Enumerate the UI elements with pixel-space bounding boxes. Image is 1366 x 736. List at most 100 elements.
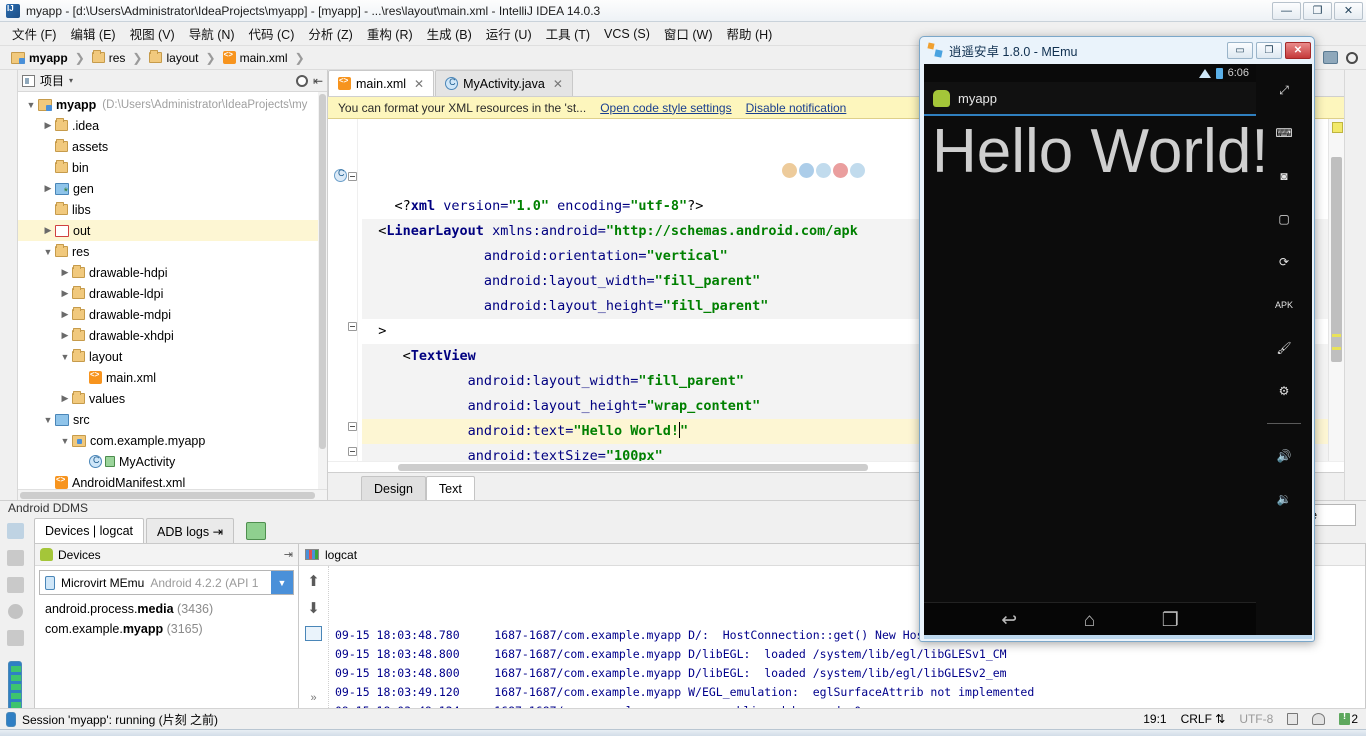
menu-item-1[interactable]: 编辑 (E): [64, 22, 121, 45]
fold-region-toggle[interactable]: [348, 447, 357, 456]
file-encoding[interactable]: UTF-8: [1239, 712, 1273, 726]
chevron-down-icon[interactable]: ▾: [69, 76, 73, 85]
process-row[interactable]: android.process.media (3436): [35, 599, 298, 619]
dump-view-hierarchy-icon[interactable]: [7, 577, 24, 593]
breadcrumb-item-layout[interactable]: layout: [146, 50, 201, 66]
tree-node-gen[interactable]: ▶gen: [18, 178, 327, 199]
breadcrumb-item-mainxml[interactable]: main.xml: [220, 50, 291, 66]
project-tree-scrollbar[interactable]: [318, 92, 327, 489]
device-selector[interactable]: Microvirt MEmu Android 4.2.2 (API 1 ▼: [39, 570, 294, 595]
start-method-profiling-icon[interactable]: [8, 604, 23, 619]
fold-region-toggle[interactable]: [348, 172, 357, 181]
tree-expand-toggle-closed[interactable]: ▶: [58, 288, 72, 299]
tree-expand-toggle-closed[interactable]: ▶: [41, 225, 55, 236]
menu-item-0[interactable]: 文件 (F): [6, 22, 62, 45]
tree-node-src[interactable]: ▼src: [18, 409, 327, 430]
warning-marker[interactable]: [1332, 347, 1341, 350]
hide-panel-icon[interactable]: ⇥: [284, 548, 293, 561]
menu-item-7[interactable]: 生成 (B): [421, 22, 478, 45]
menu-item-2[interactable]: 视图 (V): [124, 22, 181, 45]
tab-text[interactable]: Text: [426, 476, 475, 500]
class-marker-icon[interactable]: [334, 169, 347, 182]
menu-item-5[interactable]: 分析 (Z): [302, 22, 358, 45]
rotate-icon[interactable]: ⟳: [1270, 248, 1298, 276]
chevron-down-icon[interactable]: ▼: [271, 571, 293, 594]
process-list[interactable]: android.process.media (3436)com.example.…: [35, 599, 298, 639]
memu-maximize-button[interactable]: ❐: [1256, 42, 1282, 59]
tree-node-drawable-xhdpi[interactable]: ▶drawable-xhdpi: [18, 325, 327, 346]
screenshot-icon[interactable]: [7, 523, 24, 539]
fold-region-toggle[interactable]: [348, 422, 357, 431]
settings-icon[interactable]: ⚙: [1270, 377, 1298, 405]
gc-icon[interactable]: [7, 630, 24, 646]
tree-expand-toggle-open[interactable]: ▼: [58, 352, 72, 362]
inspection-icon[interactable]: [1312, 713, 1325, 725]
inspection-status-icon[interactable]: [1332, 122, 1343, 133]
menu-item-3[interactable]: 导航 (N): [183, 22, 241, 45]
scroll-down-icon[interactable]: ⬇: [307, 599, 320, 617]
event-log-badge[interactable]: 2: [1339, 712, 1358, 726]
tree-node-res[interactable]: ▼res: [18, 241, 327, 262]
tree-node-values[interactable]: ▶values: [18, 388, 327, 409]
tree-node-drawable-ldpi[interactable]: ▶drawable-ldpi: [18, 283, 327, 304]
menu-item-11[interactable]: 窗口 (W): [658, 22, 719, 45]
tree-expand-toggle-closed[interactable]: ▶: [41, 120, 55, 131]
memory-indicator-icon[interactable]: [6, 712, 16, 727]
memu-minimize-button[interactable]: ▭: [1227, 42, 1253, 59]
tree-node-drawable-hdpi[interactable]: ▶drawable-hdpi: [18, 262, 327, 283]
tree-expand-toggle-open[interactable]: ▼: [41, 415, 55, 425]
menu-item-10[interactable]: VCS (S): [598, 25, 656, 43]
project-tree[interactable]: ▼myapp(D:\Users\Administrator\IdeaProjec…: [18, 92, 327, 489]
gear-icon[interactable]: [296, 75, 308, 87]
memu-close-button[interactable]: ✕: [1285, 42, 1311, 59]
scrollbar-thumb[interactable]: [1331, 157, 1342, 362]
screenshot-icon[interactable]: ◙: [1270, 162, 1298, 190]
android-screen[interactable]: 6:06 myapp Hello World! ↩ ⌂ ❐: [924, 64, 1256, 638]
tree-expand-toggle-open[interactable]: ▼: [41, 247, 55, 257]
warning-marker[interactable]: [1332, 334, 1341, 337]
screen-record-icon[interactable]: [7, 550, 24, 566]
tab-design[interactable]: Design: [361, 476, 426, 500]
close-icon[interactable]: ✕: [414, 77, 424, 91]
close-icon[interactable]: ✕: [553, 77, 563, 91]
tree-node-out[interactable]: ▶out: [18, 220, 327, 241]
home-icon[interactable]: ⌂: [1084, 610, 1095, 632]
menu-item-9[interactable]: 工具 (T): [540, 22, 596, 45]
process-row[interactable]: com.example.myapp (3165): [35, 619, 298, 639]
tree-node-layout[interactable]: ▼layout: [18, 346, 327, 367]
restart-adb-icon[interactable]: [246, 522, 266, 540]
menu-item-8[interactable]: 运行 (U): [480, 22, 538, 45]
tree-node--idea[interactable]: ▶.idea: [18, 115, 327, 136]
clean-icon[interactable]: 🖌: [1270, 334, 1298, 362]
window-minimize-button[interactable]: —: [1272, 2, 1301, 20]
window-maximize-button[interactable]: ❐: [1303, 2, 1332, 20]
breadcrumb-item-myapp[interactable]: myapp: [8, 50, 71, 66]
tree-expand-toggle-closed[interactable]: ▶: [41, 183, 55, 194]
tree-node-androidmanifest-xml[interactable]: ▶AndroidManifest.xml: [18, 472, 327, 489]
apk-install-icon[interactable]: APK: [1270, 291, 1298, 319]
window-close-button[interactable]: ✕: [1334, 2, 1363, 20]
tree-node-main-xml[interactable]: ▶main.xml: [18, 367, 327, 388]
tree-node-myapp[interactable]: ▼myapp(D:\Users\Administrator\IdeaProjec…: [18, 94, 327, 115]
tree-expand-toggle-closed[interactable]: ▶: [58, 330, 72, 341]
search-icon[interactable]: [1346, 52, 1358, 64]
volume-down-icon[interactable]: 🔉: [1270, 485, 1298, 513]
lock-icon[interactable]: [1287, 713, 1298, 725]
tree-expand-toggle-closed[interactable]: ▶: [58, 309, 72, 320]
menu-item-12[interactable]: 帮助 (H): [721, 22, 779, 45]
tree-expand-toggle-closed[interactable]: ▶: [58, 393, 72, 404]
recents-icon[interactable]: ❐: [1162, 609, 1179, 632]
tab-main-xml[interactable]: main.xml ✕: [328, 70, 434, 96]
editor-scrollbar[interactable]: [1328, 119, 1344, 461]
tree-expand-toggle-open[interactable]: ▼: [24, 100, 38, 110]
tree-node-assets[interactable]: ▶assets: [18, 136, 327, 157]
tree-node-libs[interactable]: ▶libs: [18, 199, 327, 220]
editor-gutter[interactable]: [328, 119, 358, 461]
line-separator[interactable]: CRLF ⇅: [1181, 712, 1226, 726]
tree-node-bin[interactable]: ▶bin: [18, 157, 327, 178]
back-icon[interactable]: ↩: [1001, 609, 1017, 632]
disable-notification-link[interactable]: Disable notification: [746, 101, 847, 115]
fold-region-toggle[interactable]: [348, 322, 357, 331]
menu-item-4[interactable]: 代码 (C): [243, 22, 301, 45]
breadcrumb-item-res[interactable]: res: [89, 50, 129, 66]
